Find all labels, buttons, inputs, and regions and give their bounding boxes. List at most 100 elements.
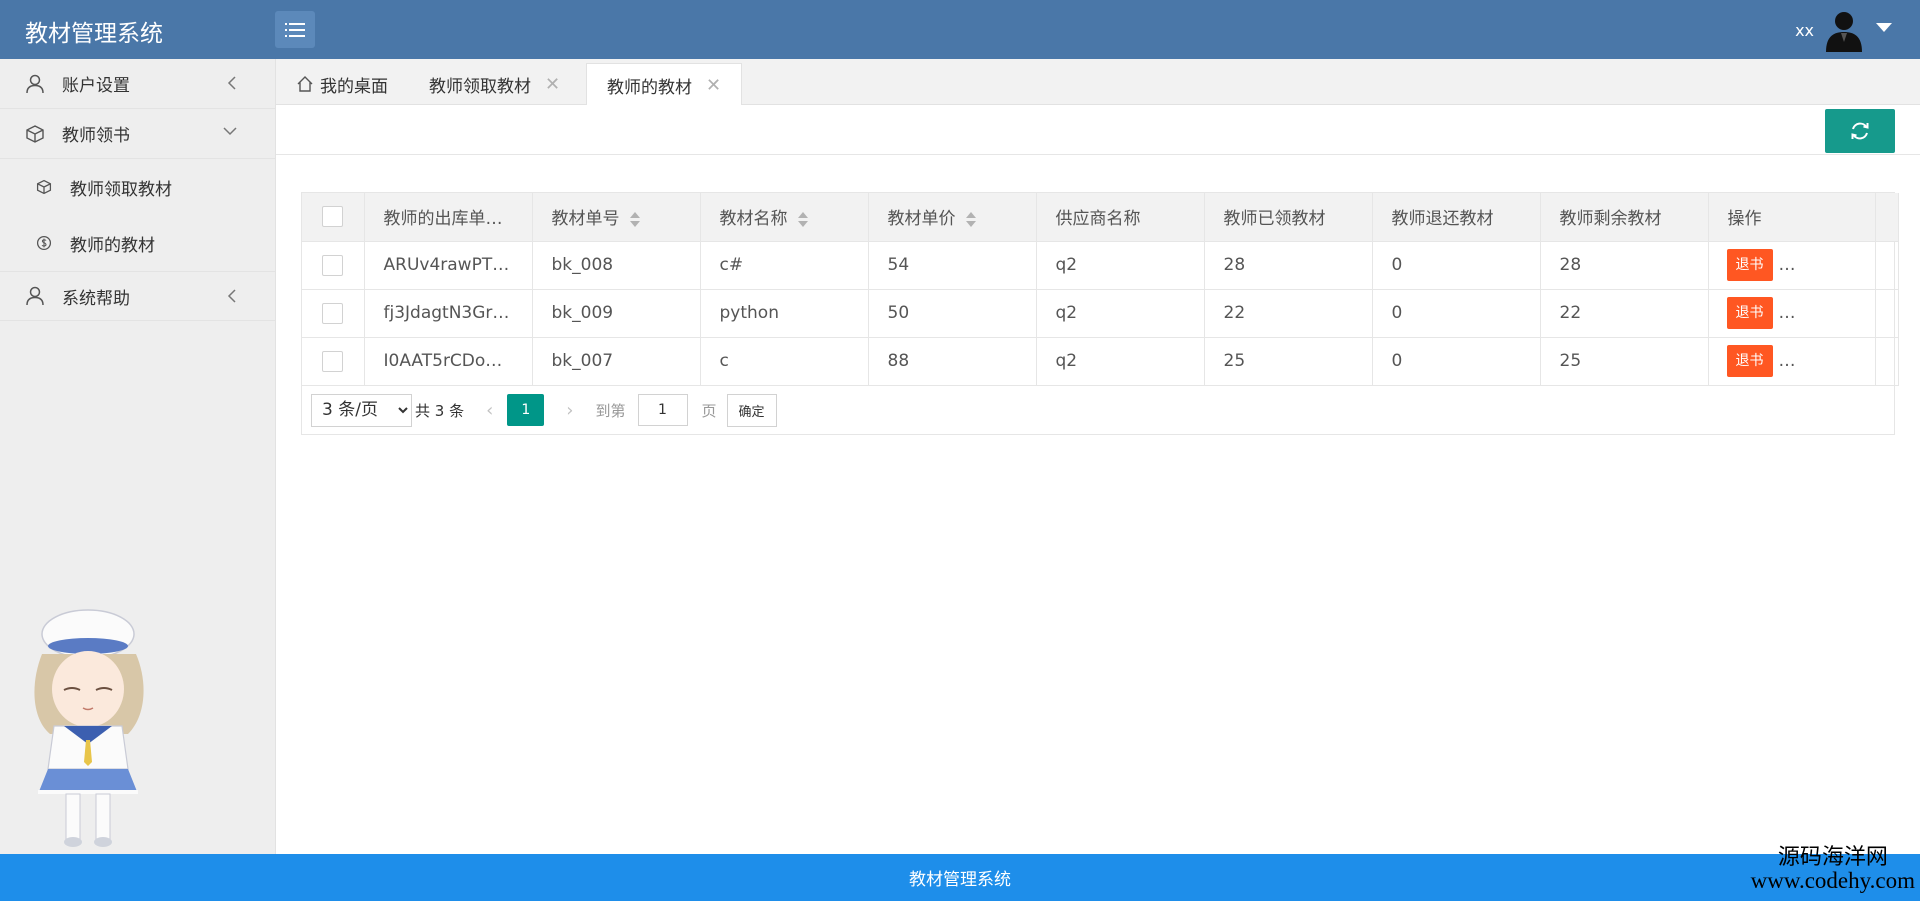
select-all-checkbox[interactable] xyxy=(322,206,344,228)
cell-book-name: c xyxy=(700,337,869,386)
watermark-line1: 源码海洋网 xyxy=(1777,845,1888,870)
return-book-button[interactable]: 退书 xyxy=(1726,297,1773,329)
chevron-left-icon[interactable]: ‹ xyxy=(486,400,493,421)
cell-returned: 0 xyxy=(1372,337,1541,386)
cell-received: 28 xyxy=(1204,241,1373,290)
cell-book-name: c# xyxy=(700,241,869,290)
page-unit-label: 页 xyxy=(701,401,717,420)
column-header-label: 教材单价 xyxy=(887,209,956,230)
tab-label: 教师领取教材 xyxy=(429,76,531,97)
row-select-cell xyxy=(302,337,365,386)
user-menu[interactable]: xx xyxy=(1795,8,1892,52)
footer: 教材管理系统 xyxy=(0,854,1920,901)
return-book-button[interactable]: 退书 xyxy=(1726,345,1773,377)
refresh-icon xyxy=(1851,122,1869,140)
cell-remaining: 28 xyxy=(1540,241,1709,290)
chevron-down-icon xyxy=(223,127,237,136)
sidebar-item-system-help[interactable]: 系统帮助 xyxy=(0,271,275,321)
column-header: 操作 xyxy=(1708,193,1876,242)
mascot-illustration xyxy=(34,609,144,847)
tab-label: 教师的教材 xyxy=(607,77,692,98)
close-icon[interactable]: ✕ xyxy=(545,74,560,95)
menu-toggle-button[interactable] xyxy=(275,11,315,48)
sort-icon[interactable] xyxy=(629,211,640,227)
sidebar-item-account-settings[interactable]: 账户设置 xyxy=(0,59,275,109)
row-checkbox[interactable] xyxy=(322,254,344,276)
page-size-select[interactable]: 3 条/页 xyxy=(311,393,412,427)
sidebar-item-label: 教师领取教材 xyxy=(70,179,172,200)
row-checkbox[interactable] xyxy=(322,302,344,324)
chevron-right-icon[interactable]: › xyxy=(566,400,573,421)
sidebar-item-teacher-books-list[interactable]: 教师的教材 xyxy=(0,215,275,271)
cube-icon xyxy=(26,124,44,143)
table-header-row: 教师的出库单… 教材单号 教材名称 教材单价 供应商名称 教师已领教材 教师退还… xyxy=(302,193,1899,242)
cell-supplier: q2 xyxy=(1036,337,1205,386)
menu-icon xyxy=(285,22,305,37)
coin-icon xyxy=(36,235,52,251)
column-header-sortable[interactable]: 教材单号 xyxy=(532,193,701,242)
column-header-sortable[interactable]: 教材单价 xyxy=(868,193,1037,242)
chevron-left-icon xyxy=(227,289,236,303)
more-actions[interactable]: … xyxy=(1779,351,1796,371)
home-icon xyxy=(297,76,313,92)
table-row: I0AAT5rCDo… bk_007 c 88 q2 25 0 25 退书… xyxy=(302,337,1899,386)
row-checkbox[interactable] xyxy=(322,350,344,372)
column-header: 供应商名称 xyxy=(1036,193,1205,242)
cell-actions: 退书 … xyxy=(1708,337,1876,386)
footer-text: 教材管理系统 xyxy=(909,870,1011,890)
user-icon xyxy=(26,74,44,93)
toolbar xyxy=(276,105,1920,155)
username: xx xyxy=(1795,20,1814,40)
goto-page-input[interactable] xyxy=(637,394,688,426)
column-header: 教师剩余教材 xyxy=(1540,193,1709,242)
refresh-button[interactable] xyxy=(1825,109,1895,153)
cell-price: 88 xyxy=(868,337,1037,386)
avatar xyxy=(1826,12,1862,52)
row-select-cell xyxy=(302,241,365,290)
sidebar-item-teacher-receive-books[interactable]: 教师领取教材 xyxy=(0,159,275,215)
cell-book-no: bk_007 xyxy=(532,337,701,386)
tab-teacher-receive-books[interactable]: 教师领取教材 ✕ xyxy=(409,63,580,105)
top-header: 教材管理系统 xx xyxy=(0,0,1920,59)
tab-label: 我的桌面 xyxy=(320,76,388,97)
data-table: 教师的出库单… 教材单号 教材名称 教材单价 供应商名称 教师已领教材 教师退还… xyxy=(301,192,1899,435)
chevron-left-icon xyxy=(227,76,236,90)
confirm-button[interactable]: 确定 xyxy=(726,393,777,427)
current-page-button[interactable]: 1 xyxy=(507,394,545,426)
cell-spacer xyxy=(1875,337,1899,386)
cell-price: 50 xyxy=(868,289,1037,338)
pagination: 3 条/页 共 3 条 ‹ 1 › 到第 页 确定 xyxy=(302,386,1894,434)
sidebar-item-teacher-books[interactable]: 教师领书 xyxy=(0,109,275,159)
cell-remaining: 22 xyxy=(1540,289,1709,338)
app-title: 教材管理系统 xyxy=(25,21,163,47)
close-icon[interactable]: ✕ xyxy=(706,75,721,96)
table-row: ARUv4rawPT… bk_008 c# 54 q2 28 0 28 退书… xyxy=(302,241,1899,290)
user-icon xyxy=(26,286,44,306)
watermark: 源码海洋网 www.codehy.com xyxy=(1751,846,1915,893)
watermark-line2: www.codehy.com xyxy=(1750,868,1915,894)
cell-spacer xyxy=(1875,289,1899,338)
column-header: 教师的出库单… xyxy=(364,193,533,242)
cell-spacer xyxy=(1875,241,1899,290)
chevron-down-icon[interactable] xyxy=(1876,22,1892,32)
cell-price: 54 xyxy=(868,241,1037,290)
column-header-label: 教材名称 xyxy=(719,209,788,230)
sidebar-item-label: 教师的教材 xyxy=(70,235,155,256)
cell-remaining: 25 xyxy=(1540,337,1709,386)
more-actions[interactable]: … xyxy=(1779,255,1796,275)
cell-actions: 退书 … xyxy=(1708,241,1876,290)
table-row: fj3JdagtN3Gr… bk_009 python 50 q2 22 0 2… xyxy=(302,289,1899,338)
return-book-button[interactable]: 退书 xyxy=(1726,249,1773,281)
tab-teacher-books[interactable]: 教师的教材 ✕ xyxy=(586,63,743,106)
column-header: 教师已领教材 xyxy=(1204,193,1373,242)
sort-icon[interactable] xyxy=(797,211,808,227)
tab-my-desktop[interactable]: 我的桌面 xyxy=(276,63,408,105)
row-select-cell xyxy=(302,289,365,338)
more-actions[interactable]: … xyxy=(1779,303,1796,323)
cell-returned: 0 xyxy=(1372,289,1541,338)
sort-icon[interactable] xyxy=(965,211,976,227)
tab-bar: 我的桌面 教师领取教材 ✕ 教师的教材 ✕ xyxy=(276,59,1920,106)
cell-book-no: bk_009 xyxy=(532,289,701,338)
cube-icon xyxy=(36,179,52,195)
column-header-sortable[interactable]: 教材名称 xyxy=(700,193,869,242)
